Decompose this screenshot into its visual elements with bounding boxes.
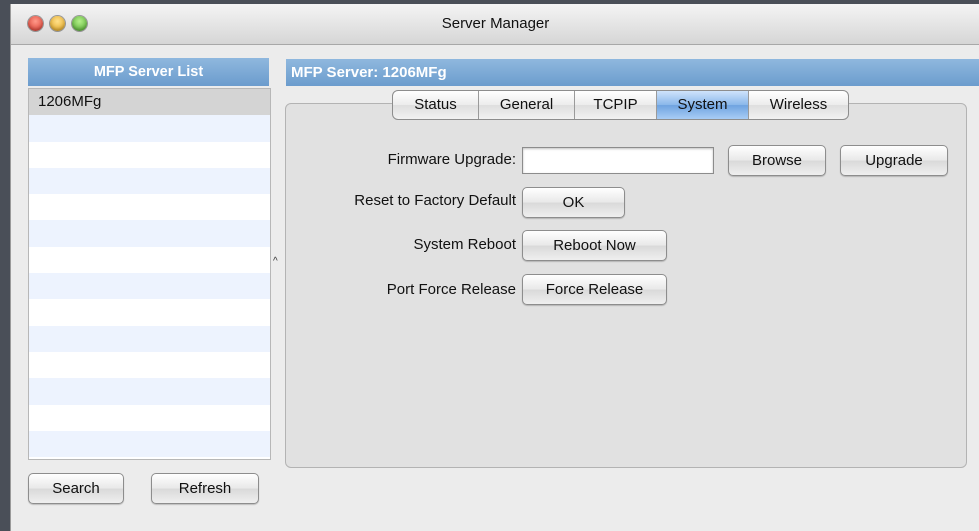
port-force-release-label: Port Force Release [386,281,516,298]
list-item[interactable] [29,246,270,274]
tab-status[interactable]: Status [393,91,479,119]
server-list[interactable]: 1206MFg [28,88,271,460]
server-list-header: MFP Server List [28,58,269,86]
list-item[interactable] [29,167,270,195]
search-button[interactable]: Search [28,473,124,504]
server-panel-header: MFP Server: 1206MFg [286,59,979,86]
list-item[interactable]: 1206MFg [29,89,270,116]
list-item[interactable] [29,115,270,142]
list-item[interactable] [29,299,270,326]
force-release-button[interactable]: Force Release [522,274,667,305]
tab-bar: Status General TCPIP System Wireless [392,90,849,120]
refresh-button[interactable]: Refresh [151,473,259,504]
browse-button[interactable]: Browse [728,145,826,176]
reset-ok-button[interactable]: OK [522,187,625,218]
reset-factory-label: Reset to Factory Default [354,192,516,209]
list-item[interactable] [29,430,270,458]
list-item[interactable] [29,273,270,300]
firmware-file-field[interactable] [522,147,714,174]
list-item[interactable] [29,325,270,352]
split-collapse-icon[interactable]: ^ [273,256,278,267]
list-item[interactable] [29,404,270,431]
server-manager-window: Server Manager MFP Server List 1206MFg S… [10,4,979,531]
tab-wireless[interactable]: Wireless [749,91,848,119]
list-item[interactable] [29,194,270,221]
list-item[interactable] [29,220,270,247]
window-title: Server Manager [441,15,550,32]
system-reboot-label: System Reboot [413,236,516,253]
tab-system[interactable]: System [657,91,749,119]
title-bar[interactable]: Server Manager [11,4,979,45]
reboot-now-button[interactable]: Reboot Now [522,230,667,261]
list-item[interactable] [29,351,270,379]
list-item[interactable] [29,141,270,168]
firmware-upgrade-label: Firmware Upgrade: [387,151,516,168]
tab-general[interactable]: General [479,91,575,119]
tab-tcpip[interactable]: TCPIP [575,91,657,119]
upgrade-button[interactable]: Upgrade [840,145,948,176]
list-item[interactable] [29,378,270,405]
